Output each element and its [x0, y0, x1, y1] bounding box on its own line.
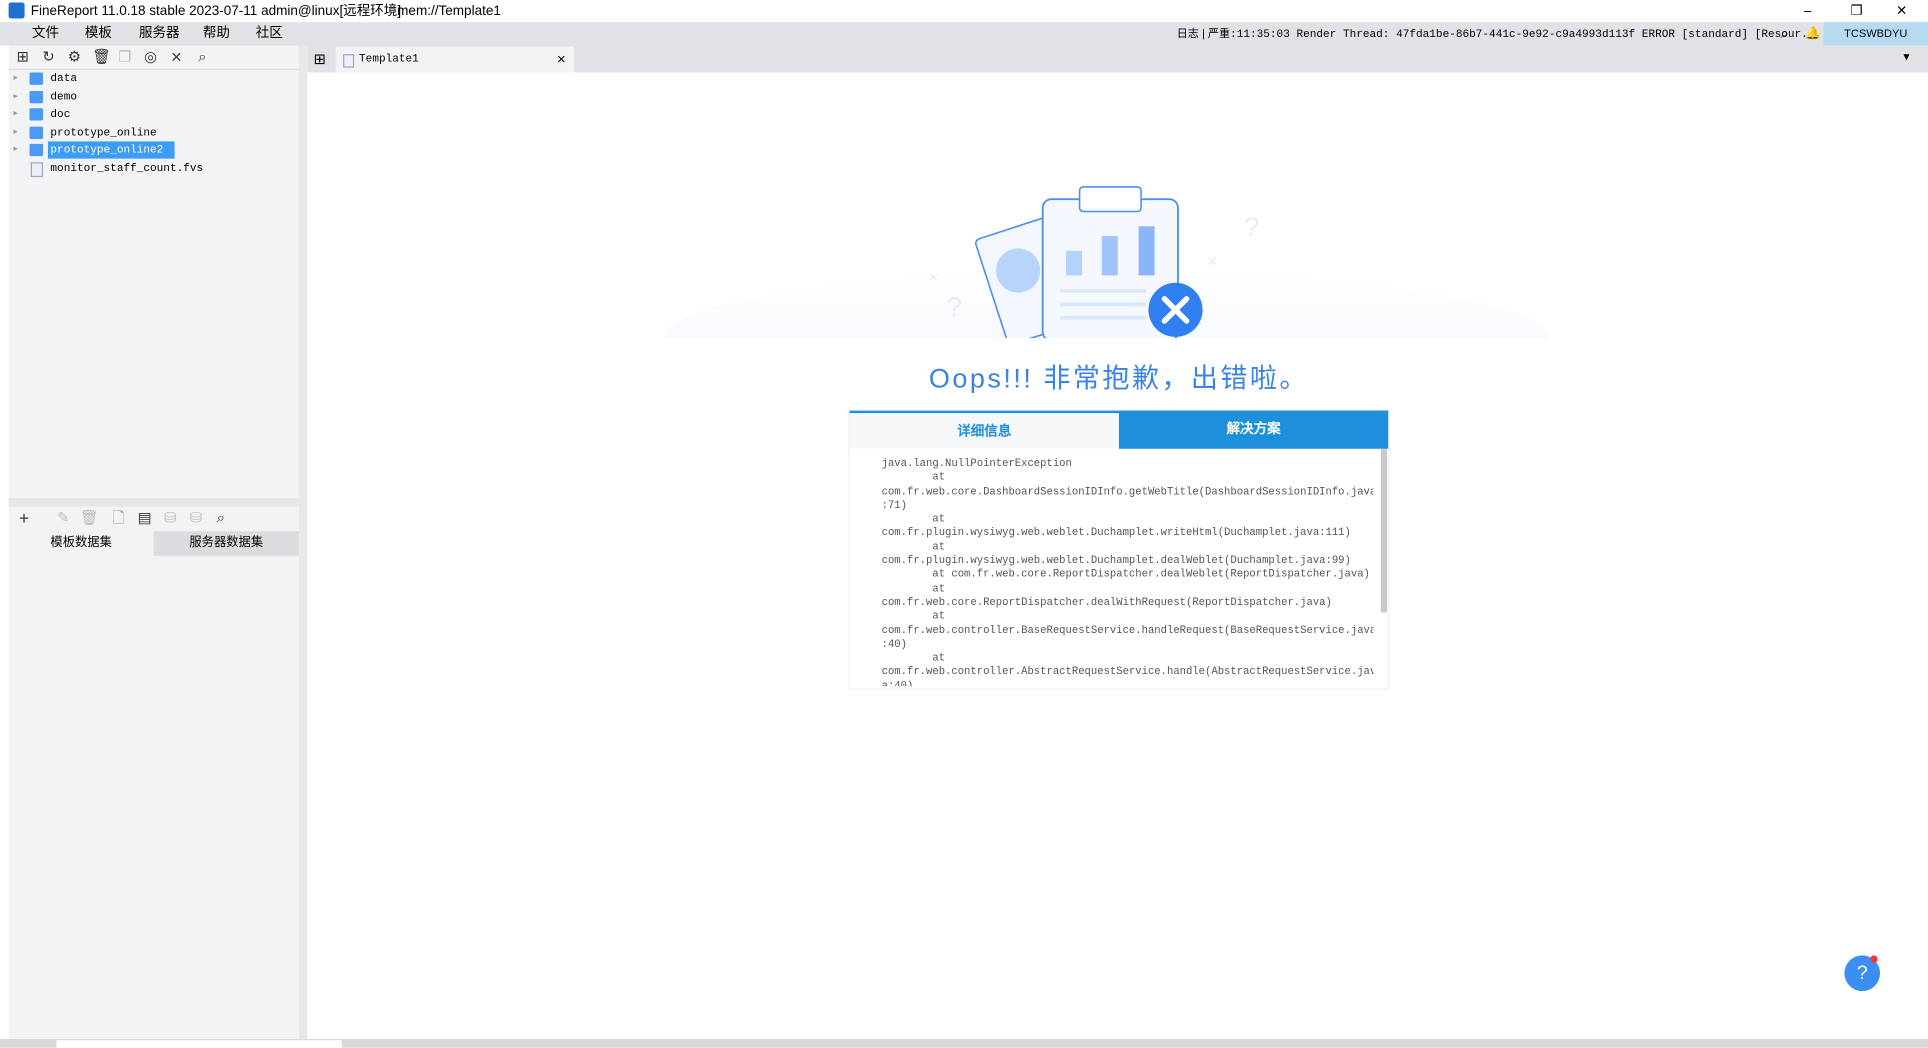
tree-item-doc[interactable]: ▸ doc [9, 106, 299, 123]
scrollbar[interactable] [1380, 448, 1387, 613]
template-file-icon [343, 54, 355, 68]
tab-server-dataset[interactable]: 服务器数据集 [153, 531, 299, 556]
panel-splitter[interactable] [298, 45, 308, 1040]
window-title: FineReport 11.0.18 stable 2023-07-11 adm… [30, 3, 402, 19]
folder-icon [29, 72, 44, 85]
tree-item-label: doc [50, 108, 71, 121]
tab-label: Template1 [359, 52, 419, 66]
template-tree-panel: ⊞ ↻ ⚙ 🗑 ❐ ◎ ⨯ ⌕ ▸ data ▸ demo ▸ doc ▸ protot… [8, 45, 299, 498]
delete-icon[interactable]: 🗑 [92, 49, 111, 65]
new-template-icon[interactable]: ⊞ [314, 50, 326, 67]
tab-solution[interactable]: 解决方案 [1118, 410, 1389, 449]
settings-icon[interactable]: ⚙ [66, 49, 82, 65]
svg-text:?: ? [1244, 212, 1259, 242]
copy-icon[interactable]: ❐ [117, 49, 133, 65]
edit-icon[interactable]: ✎ [55, 510, 71, 526]
taskbar [0, 1039, 1928, 1048]
menu-server[interactable]: 服务器 [139, 22, 180, 45]
log-label: 日志 [1176, 27, 1199, 40]
tree-item-monitor-staff-count[interactable]: monitor_staff_count.fvs [9, 160, 299, 178]
dataset-panel: + ✎ 🗑 🗋 ▤ ⛁ ⛁ ⌕ 模板数据集 服务器数据集 [8, 497, 299, 1040]
database-remove-icon[interactable]: ⛁ [188, 510, 204, 526]
tab-template1[interactable]: Template1 × [335, 46, 575, 73]
expand-arrow-icon[interactable]: ▸ [14, 70, 18, 87]
tab-template-dataset[interactable]: 模板数据集 [8, 531, 154, 556]
stack-trace: java.lang.NullPointerException at com.fr… [881, 457, 1374, 687]
expand-arrow-icon[interactable]: ▸ [14, 124, 18, 141]
menu-file[interactable]: 文件 [32, 22, 59, 45]
menu-help[interactable]: 帮助 [203, 22, 230, 45]
expand-arrow-icon[interactable]: ▸ [14, 141, 18, 158]
edit-dataset-icon[interactable]: ▤ [136, 510, 152, 526]
tab-close-button[interactable]: × [557, 47, 566, 73]
restore-button[interactable]: ❐ [1851, 0, 1863, 22]
bell-icon[interactable]: 🔔 [1805, 22, 1820, 45]
folder-icon [29, 126, 44, 139]
new-folder-icon[interactable]: ⊞ [15, 49, 31, 65]
database-icon[interactable]: ⛁ [162, 510, 178, 526]
taskbar-item[interactable] [56, 1040, 342, 1048]
expand-arrow-icon[interactable]: ▸ [14, 89, 18, 106]
preview-icon[interactable]: 🗋 [111, 510, 127, 526]
folder-icon [29, 90, 44, 104]
resize-handle[interactable] [8, 497, 299, 507]
menu-community[interactable]: 社区 [256, 22, 283, 45]
collapse-icon[interactable]: ⨯ [168, 49, 184, 65]
error-title: Oops!!! 非常抱歉，出错啦。 [928, 362, 1309, 394]
app-logo-icon [8, 2, 25, 19]
tree-item-label: demo [50, 90, 77, 104]
error-illustration: ?? × × [664, 186, 1550, 339]
menu-template[interactable]: 模板 [85, 22, 112, 45]
folder-icon [29, 143, 44, 157]
tab-details[interactable]: 详细信息 [849, 413, 1119, 449]
svg-text:?: ? [947, 292, 962, 322]
expand-arrow-icon[interactable]: ▸ [14, 106, 18, 123]
tab-menu-icon[interactable]: ▾ [1903, 50, 1909, 64]
tree-item-data[interactable]: ▸ data [9, 70, 299, 87]
add-dataset-icon[interactable]: + [16, 509, 32, 526]
window-path: mem://Template1 [397, 3, 501, 19]
tree-item-label: monitor_staff_count.fvs [50, 162, 204, 175]
user-badge[interactable]: TCSWBDYU [1823, 22, 1928, 46]
file-icon [30, 162, 44, 178]
svg-text:×: × [928, 267, 938, 287]
delete-icon[interactable]: 🗑 [80, 510, 99, 526]
folder-icon [29, 108, 44, 121]
svg-text:×: × [1207, 251, 1217, 271]
search-icon[interactable]: ⌕ [213, 510, 229, 526]
tree-item-prototype-online[interactable]: ▸ prototype_online [9, 124, 299, 141]
tree-item-label: prototype_online [50, 126, 157, 139]
log-severity: 严重 [1207, 27, 1231, 40]
notification-dot [1870, 955, 1878, 963]
menu-bar: 文件 模板 服务器 帮助 社区 日志 | 严重:11:35:03 Render … [0, 22, 1928, 47]
tree-item-prototype-online2[interactable]: ▸ prototype_online2 [9, 141, 299, 159]
minimize-button[interactable]: – [1804, 0, 1812, 22]
tree-item-label: data [50, 72, 77, 85]
title-bar: FineReport 11.0.18 stable 2023-07-11 adm… [0, 0, 1928, 23]
locate-icon[interactable]: ◎ [143, 49, 159, 65]
error-detail-panel: 详细信息 解决方案 java.lang.NullPointerException… [848, 409, 1390, 690]
refresh-icon[interactable]: ↻ [41, 49, 57, 65]
search-icon[interactable]: ⌕ [1780, 22, 1788, 45]
log-status[interactable]: 日志 | 严重:11:35:03 Render Thread: 47fda1be… [1177, 22, 1821, 47]
search-icon[interactable]: ⌕ [194, 49, 210, 65]
log-message: :11:35:03 Render Thread: 47fda1be-86b7-4… [1230, 28, 1822, 41]
tree-item-label: prototype_online2 [47, 141, 175, 159]
close-window-button[interactable]: ✕ [1896, 0, 1907, 22]
tree-item-demo[interactable]: ▸ demo [9, 89, 299, 106]
